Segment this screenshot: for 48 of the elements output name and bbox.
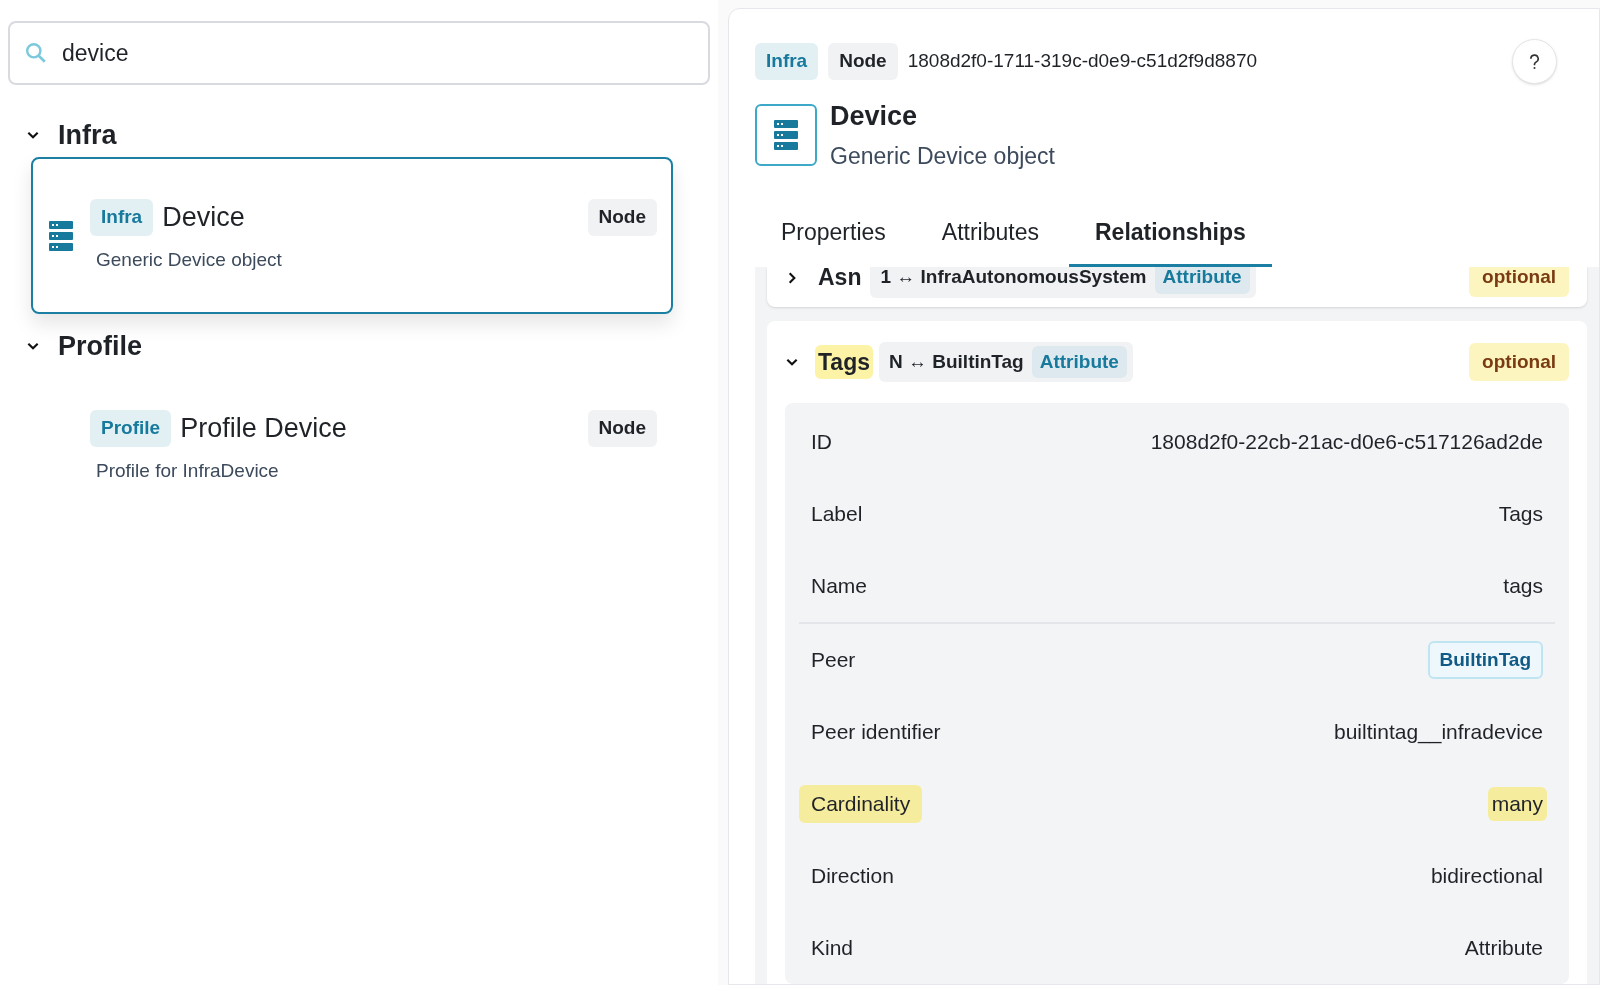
group-heading: Profile [58, 329, 143, 363]
detail-title: Device [830, 100, 919, 133]
optional-badge: optional [1469, 342, 1569, 382]
group-heading: Infra [58, 118, 117, 152]
field-label: Peer identifier [810, 719, 942, 746]
relationship-name: Tags [815, 344, 873, 380]
server-icon [49, 220, 73, 251]
field-label: Direction [810, 863, 895, 890]
schema-item[interactable]: Profile Profile Device Node Profile for InfraDevice [31, 368, 673, 525]
relationship-name: Asn [817, 266, 863, 293]
item-description: Profile for InfraDevice [96, 458, 280, 483]
optional-badge: optional [1469, 266, 1569, 297]
schema-item[interactable]: Infra Device Node Generic Device object [31, 157, 673, 314]
type-badge: Node [587, 199, 657, 236]
tab[interactable]: Properties [755, 215, 912, 267]
field-value: tags [1502, 573, 1544, 600]
peer-label: 1 ↔ InfraAutonomousSystem [880, 266, 1147, 290]
item-title: Profile Device [180, 412, 347, 445]
kind-badge: Attribute [1154, 266, 1250, 294]
field-value: Tags [1497, 501, 1544, 528]
search-icon [25, 42, 47, 64]
item-title: Device [162, 201, 245, 234]
tab[interactable]: Attributes [915, 215, 1065, 267]
kind-badge: Attribute [1031, 345, 1127, 379]
peer-label: N ↔ BuiltinTag [889, 349, 1024, 374]
search-field[interactable]: device [8, 21, 710, 85]
namespace-badge: Profile [90, 410, 172, 447]
field-label: Cardinality [799, 785, 923, 823]
field-label: ID [810, 429, 833, 456]
node-id: 1808d2f0-1711-319c-d0e9-c51d2f9d8870 [907, 49, 1258, 74]
namespace-badge: Infra [90, 199, 154, 236]
field-label: Kind [810, 935, 855, 962]
peer-badge[interactable]: BuiltinTag [1427, 640, 1543, 680]
detail-description: Generic Device object [830, 141, 1055, 171]
field-value: Attribute [1463, 935, 1544, 962]
field-value: bidirectional [1429, 863, 1544, 890]
field-value: builtintag__infradevice [1333, 719, 1544, 746]
type-badge: Node [587, 410, 657, 447]
namespace-badge: Infra [755, 43, 819, 80]
field-label: Peer [810, 647, 857, 674]
question-icon [1529, 53, 1540, 70]
field-label: Label [810, 501, 864, 528]
server-icon [774, 119, 798, 150]
type-badge: Node [828, 43, 898, 80]
field-label: Name [810, 573, 869, 600]
field-value: many [1487, 787, 1547, 821]
field-value: 1808d2f0-22cb-21ac-d0e6-c517126ad2de [1149, 429, 1544, 456]
item-description: Generic Device object [96, 247, 283, 272]
